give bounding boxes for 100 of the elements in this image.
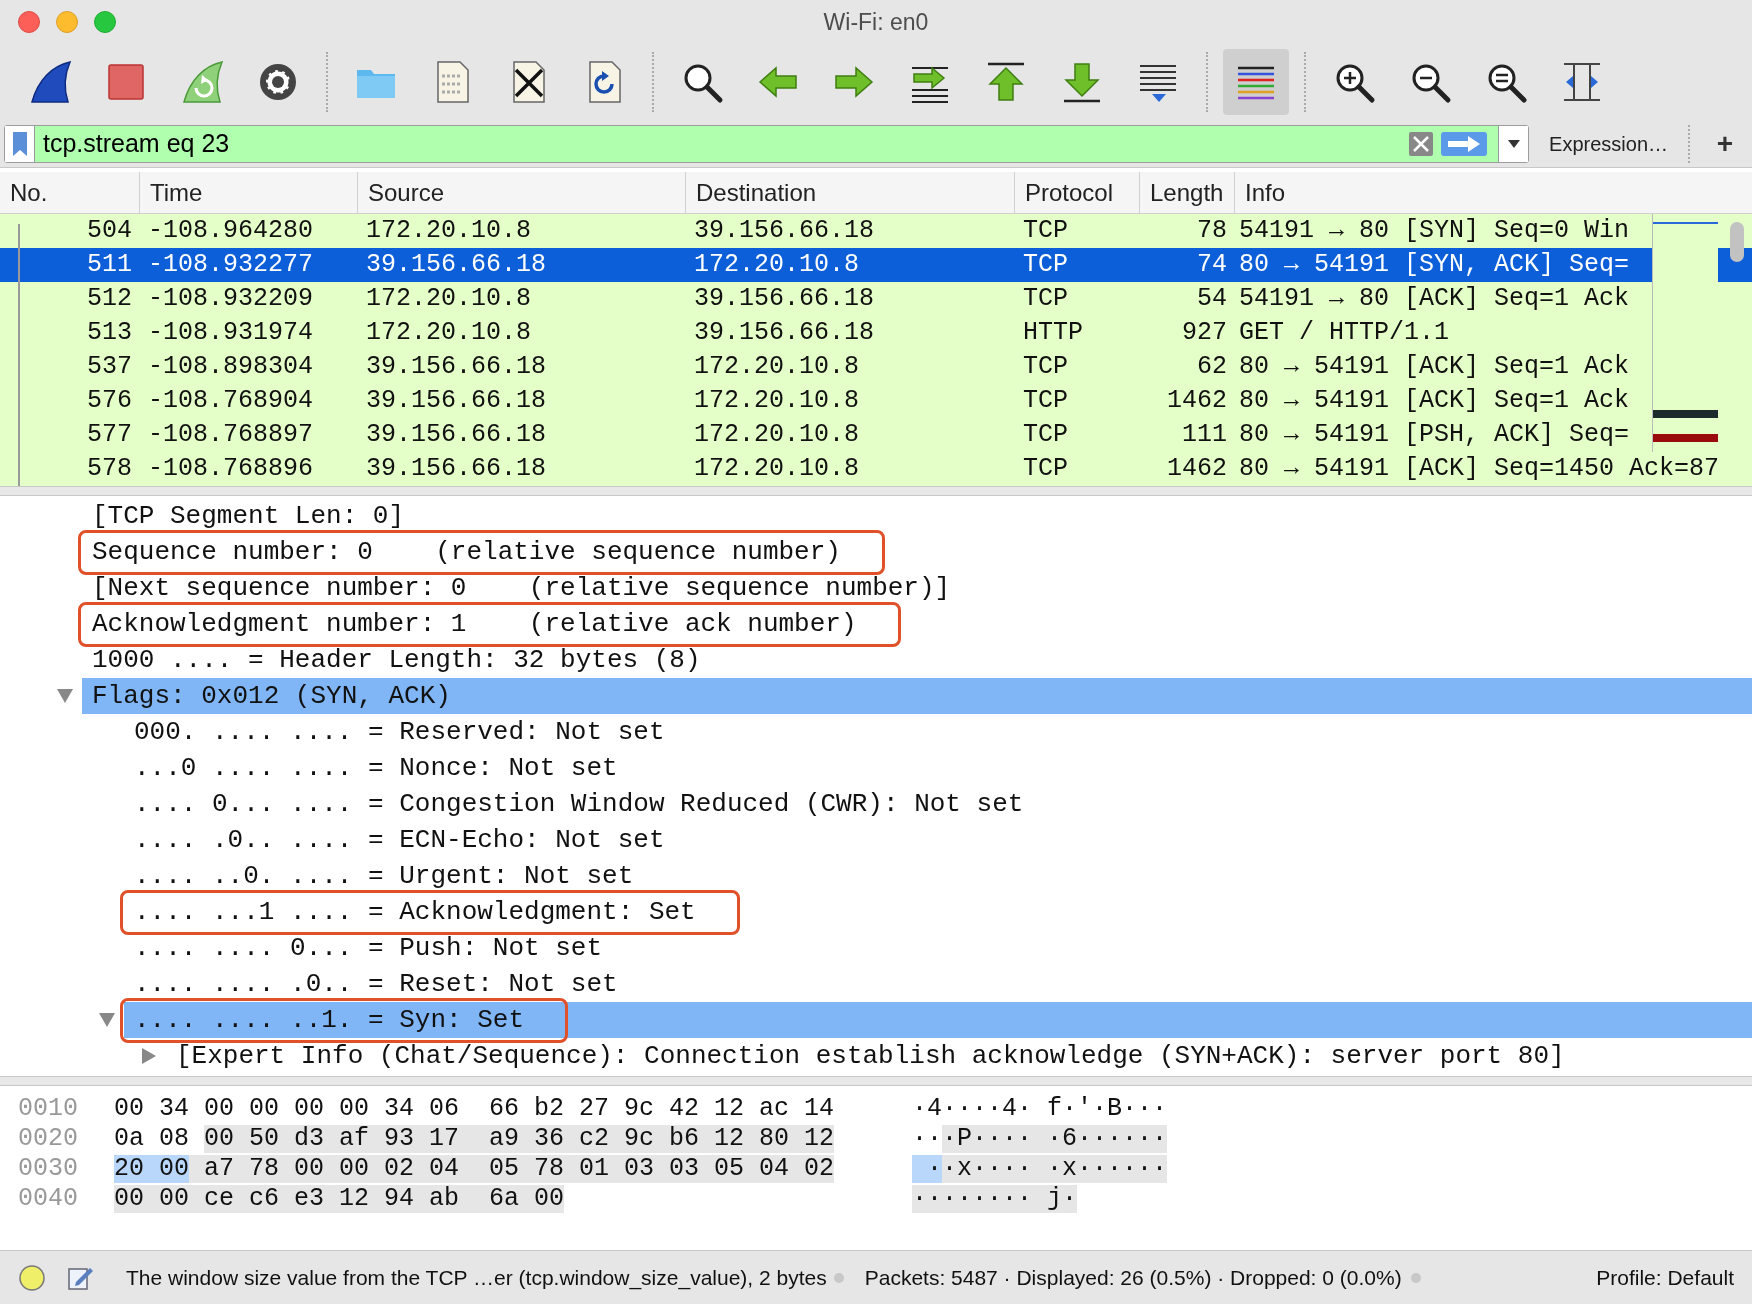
- restart-fin-icon: [180, 60, 224, 104]
- column-header[interactable]: Info: [1235, 172, 1752, 213]
- byte-offset: 0020: [17, 1125, 79, 1153]
- tree-item-text[interactable]: [Next sequence number: 0 (relative sequence number)]: [92, 572, 951, 603]
- table-cell-text: 80 → 54191 [ACK] Seq=1 Ack: [1238, 385, 1631, 418]
- selected-row-highlight[interactable]: Flags: 0x012 (SYN, ACK): [82, 678, 1752, 714]
- expression-button[interactable]: Expression…: [1549, 128, 1668, 159]
- table-cell-text: 78: [1196, 215, 1228, 248]
- table-cell-text: TCP: [1022, 351, 1069, 384]
- table-cell-text: -108.768897: [147, 419, 315, 452]
- tree-item-text[interactable]: 000. .... .... = Reserved: Not set: [134, 716, 665, 747]
- table-cell-text: 74: [1196, 249, 1228, 282]
- table-cell-text: TCP: [1022, 419, 1069, 452]
- table-cell-text: -108.932209: [147, 283, 315, 316]
- table-cell-text: TCP: [1022, 249, 1069, 282]
- table-cell-text: 172.20.10.8: [693, 385, 861, 418]
- table-cell-text: 111: [1181, 419, 1228, 452]
- tree-item-text[interactable]: .... .0.. .... = ECN-Echo: Not set: [134, 824, 665, 855]
- table-cell-text: 39.156.66.18: [365, 419, 548, 452]
- ascii-bytes[interactable]: ·: [912, 1155, 942, 1183]
- profile-label[interactable]: Profile: Default: [1596, 1261, 1734, 1294]
- tree-item-text[interactable]: Sequence number: 0 (relative sequence number): [92, 536, 841, 567]
- table-cell-text: 62: [1196, 351, 1228, 384]
- scrollbar-thumb[interactable]: [1730, 222, 1744, 262]
- table-cell-text: 1462: [1166, 453, 1228, 486]
- tree-item-text[interactable]: Acknowledgment number: 1 (relative ack number): [92, 608, 857, 639]
- hex-bytes[interactable]: a7 78 00 00 02 04 05 78 01 03 03 05 04 02: [189, 1155, 835, 1183]
- tree-item-text[interactable]: [Expert Info (Chat/Sequence): Connection establish acknowledge (SYN+ACK): server port 80]: [176, 1040, 1565, 1071]
- shark-fin-icon: [28, 60, 72, 104]
- column-header[interactable]: Destination: [686, 172, 1015, 213]
- table-cell-text: -108.768896: [147, 453, 315, 486]
- table-cell-text: 512: [86, 283, 133, 316]
- column-header[interactable]: No.: [0, 172, 140, 213]
- column-header[interactable]: Length: [1140, 172, 1235, 213]
- ascii-bytes[interactable]: ·P···· ·6······: [942, 1125, 1168, 1153]
- table-cell-text: 39.156.66.18: [693, 317, 876, 350]
- hex-bytes[interactable]: 00 34 00 00 00 00 34 06 66 b2 27 9c 42 12 ac 14: [114, 1095, 835, 1123]
- window-title: Wi-Fi: en0: [823, 7, 929, 37]
- column-header[interactable]: Protocol: [1015, 172, 1140, 213]
- clear-icon[interactable]: [1408, 130, 1435, 157]
- tree-item-text[interactable]: ...0 .... .... = Nonce: Not set: [134, 752, 618, 783]
- tree-item-text[interactable]: .... ...1 .... = Acknowledgment: Set: [134, 896, 696, 927]
- table-cell-text: 172.20.10.8: [693, 351, 861, 384]
- status-message: The window size value from the TCP …er (tcp.window_size_value), 2 bytes: [126, 1264, 827, 1292]
- tree-item-text[interactable]: .... 0... .... = Congestion Window Reduced (CWR): Not set: [134, 788, 1024, 819]
- tree-item-text[interactable]: .... ..0. .... = Urgent: Not set: [134, 860, 634, 891]
- byte-offset: 0040: [17, 1185, 79, 1213]
- bookmark-icon[interactable]: [11, 130, 28, 157]
- table-cell-text: 172.20.10.8: [693, 249, 861, 282]
- table-cell-text: 504: [86, 215, 133, 248]
- column-header[interactable]: Source: [358, 172, 686, 213]
- tree-item-text[interactable]: .... .... ..1. = Syn: Set: [134, 1004, 525, 1035]
- table-cell-text: -108.932277: [147, 249, 315, 282]
- collapsed-arrow-icon[interactable]: [140, 1047, 158, 1065]
- table-cell-text: 39.156.66.18: [365, 351, 548, 384]
- table-cell-text: -108.898304: [147, 351, 315, 384]
- byte-offset: 0010: [17, 1095, 79, 1123]
- add-button[interactable]: +: [1710, 129, 1740, 158]
- tree-item-text[interactable]: 1000 .... = Header Length: 32 bytes (8): [92, 644, 701, 675]
- table-cell-text: -108.768904: [147, 385, 315, 418]
- table-cell-text: 172.20.10.8: [365, 283, 533, 316]
- expanded-arrow-icon[interactable]: [56, 687, 74, 705]
- table-cell-text: 39.156.66.18: [365, 385, 548, 418]
- table-cell-text: TCP: [1022, 215, 1069, 248]
- table-cell-text: 54191 → 80 [ACK] Seq=1 Ack: [1238, 283, 1631, 316]
- hex-bytes[interactable]: 00 00 ce c6 e3 12 94 ab 6a 00: [114, 1185, 565, 1213]
- table-cell-text: 39.156.66.18: [693, 283, 876, 316]
- ascii-bytes[interactable]: ··: [912, 1125, 942, 1153]
- table-cell-text: 172.20.10.8: [693, 419, 861, 452]
- ascii-bytes[interactable]: ·4····4· f·'·B···: [912, 1095, 1168, 1123]
- table-cell-text: 80 → 54191 [SYN, ACK] Seq=: [1238, 249, 1631, 282]
- table-cell-text: 513: [86, 317, 133, 350]
- zoom-button[interactable]: [94, 11, 116, 33]
- tree-item-text[interactable]: Flags: 0x012 (SYN, ACK): [92, 680, 451, 711]
- table-cell-text: 537: [86, 351, 133, 384]
- hex-bytes[interactable]: 00 50 d3 af 93 17 a9 36 c2 9c b6 12 80 12: [204, 1125, 835, 1153]
- hex-bytes[interactable]: 20 00: [114, 1155, 189, 1183]
- dropdown-caret-icon[interactable]: [1506, 138, 1521, 149]
- table-cell-text: 80 → 54191 [PSH, ACK] Seq=: [1238, 419, 1631, 452]
- expanded-arrow-icon[interactable]: [98, 1011, 116, 1029]
- tree-item-text[interactable]: .... .... 0... = Push: Not set: [134, 932, 603, 963]
- tree-item-text[interactable]: [TCP Segment Len: 0]: [92, 500, 405, 531]
- table-cell-text: TCP: [1022, 283, 1069, 316]
- ascii-bytes[interactable]: ·x···· ·x······: [942, 1155, 1168, 1183]
- packet-row[interactable]: 511 -108.932277 39.156.66.18 172.20.10.8 TCP 74 80 → 54191 [SYN, ACK] Seq=: [0, 248, 1752, 282]
- status-indicator-icon[interactable]: [18, 1263, 46, 1292]
- table-cell-text: 54191 → 80 [SYN] Seq=0 Win: [1238, 215, 1631, 248]
- tree-item-text[interactable]: .... .... .0.. = Reset: Not set: [134, 968, 618, 999]
- close-button[interactable]: [18, 11, 40, 33]
- table-cell-text: 511: [86, 249, 133, 282]
- table-cell-text: 80 → 54191 [ACK] Seq=1 Ack: [1238, 351, 1631, 384]
- table-cell-text: 577: [86, 419, 133, 452]
- separator-dot-icon: [832, 1271, 845, 1284]
- packet-counts: Packets: 5487 · Displayed: 26 (0.5%) · Dropped: 0 (0.0%): [864, 1264, 1402, 1291]
- column-header[interactable]: Time: [140, 172, 358, 213]
- ascii-bytes[interactable]: ········ j·: [912, 1185, 1078, 1213]
- hex-bytes[interactable]: 0a 08: [114, 1125, 204, 1153]
- table-cell-text: 576: [86, 385, 133, 418]
- table-cell-text: 1462: [1166, 385, 1228, 418]
- table-cell-text: 172.20.10.8: [365, 215, 533, 248]
